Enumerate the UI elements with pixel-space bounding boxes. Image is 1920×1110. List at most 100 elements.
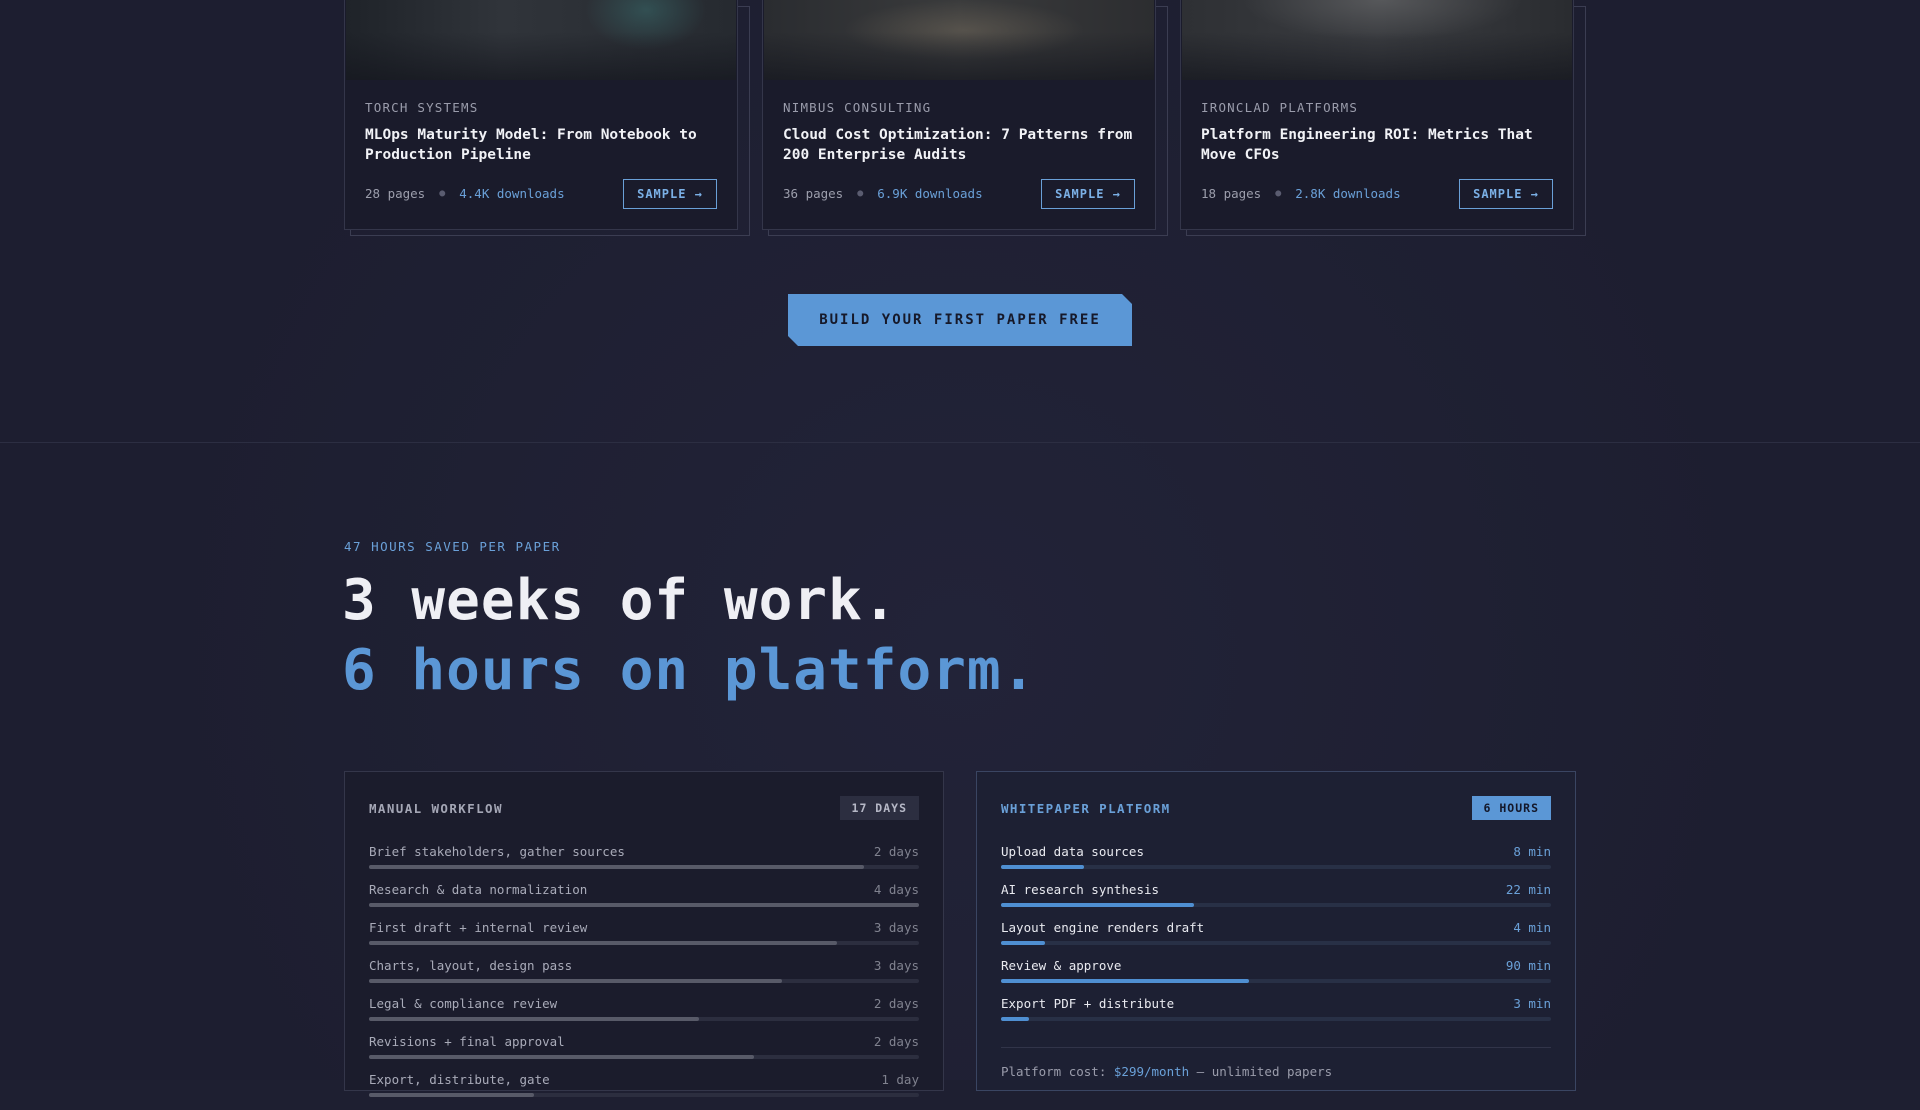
- sample-button[interactable]: SAMPLE →: [1459, 179, 1553, 209]
- workflow-step: Legal & compliance review 2 days: [369, 996, 919, 1034]
- workflow-step: Export, distribute, gate 1 day: [369, 1072, 919, 1110]
- step-label: Upload data sources: [1001, 844, 1144, 859]
- step-progress-fill: [369, 1055, 754, 1059]
- cost-suffix: — unlimited papers: [1189, 1064, 1333, 1079]
- step-progress-track: [369, 865, 919, 869]
- step-progress-fill: [1001, 903, 1194, 907]
- step-duration: 2 days: [873, 844, 919, 859]
- card-meta: 18 pages ● 2.8K downloads: [1201, 186, 1401, 201]
- step-duration: 8 min: [1513, 844, 1551, 859]
- step-progress-fill: [369, 979, 782, 983]
- workflow-step: Layout engine renders draft 4 min: [1001, 920, 1551, 958]
- workflow-step: First draft + internal review 3 days: [369, 920, 919, 958]
- step-label: First draft + internal review: [369, 920, 588, 935]
- card-pages: 18 pages: [1201, 186, 1262, 201]
- step-label: Brief stakeholders, gather sources: [369, 844, 625, 859]
- step-progress-fill: [369, 865, 864, 869]
- step-progress-fill: [1001, 1017, 1029, 1021]
- card-company: NIMBUS CONSULTING: [783, 100, 932, 115]
- section-divider: [0, 442, 1920, 443]
- step-label: AI research synthesis: [1001, 882, 1160, 897]
- step-label: Layout engine renders draft: [1001, 920, 1205, 935]
- step-duration: 3 days: [873, 958, 919, 973]
- card-pages: 36 pages: [783, 186, 844, 201]
- headline-line-2: 6 hours on platform.: [342, 638, 1037, 703]
- step-duration: 3 min: [1513, 996, 1551, 1011]
- step-progress-fill: [369, 1017, 699, 1021]
- step-duration: 4 days: [873, 882, 919, 897]
- duration-badge: 6 HOURS: [1471, 796, 1551, 820]
- step-progress-track: [1001, 941, 1551, 945]
- step-progress-track: [369, 1017, 919, 1021]
- card-meta: 36 pages ● 6.9K downloads: [783, 186, 983, 201]
- step-duration: 22 min: [1505, 882, 1551, 897]
- step-progress-fill: [369, 903, 919, 907]
- platform-cost: Platform cost: $299/month — unlimited pa…: [1001, 1064, 1332, 1079]
- card-cover-image: [346, 0, 736, 80]
- workflow-step: Revisions + final approval 2 days: [369, 1034, 919, 1072]
- step-progress-track: [1001, 865, 1551, 869]
- cost-divider: [1001, 1047, 1551, 1048]
- cost-price[interactable]: $299/month: [1114, 1064, 1189, 1079]
- step-duration: 2 days: [873, 1034, 919, 1049]
- workflow-step: AI research synthesis 22 min: [1001, 882, 1551, 920]
- card-company: TORCH SYSTEMS: [365, 100, 479, 115]
- workflow-step: Charts, layout, design pass 3 days: [369, 958, 919, 996]
- card-title[interactable]: MLOps Maturity Model: From Notebook to P…: [365, 125, 717, 167]
- step-progress-fill: [1001, 979, 1249, 983]
- step-progress-track: [369, 979, 919, 983]
- card-body: NIMBUS CONSULTING Cloud Cost Optimizatio…: [762, 0, 1156, 230]
- panel-title: WHITEPAPER PLATFORM: [1001, 800, 1171, 816]
- panel-title: MANUAL WORKFLOW: [369, 800, 503, 816]
- whitepaper-card[interactable]: NIMBUS CONSULTING Cloud Cost Optimizatio…: [762, 0, 1168, 236]
- sample-button[interactable]: SAMPLE →: [623, 179, 717, 209]
- step-progress-track: [369, 903, 919, 907]
- step-progress-track: [1001, 1017, 1551, 1021]
- manual-workflow-panel: MANUAL WORKFLOW 17 DAYS Brief stakeholde…: [344, 771, 944, 1097]
- workflow-step: Review & approve 90 min: [1001, 958, 1551, 996]
- platform-rows: Upload data sources 8 min AI research synt…: [1001, 844, 1551, 1034]
- card-cover-image: [1182, 0, 1572, 80]
- headline-line-1: 3 weeks of work.: [342, 568, 898, 633]
- workflow-step: Brief stakeholders, gather sources 2 days: [369, 844, 919, 882]
- workflow-step: Upload data sources 8 min: [1001, 844, 1551, 882]
- separator-dot-icon: ●: [1275, 188, 1282, 199]
- duration-badge: 17 DAYS: [839, 796, 919, 820]
- build-first-paper-button[interactable]: BUILD YOUR FIRST PAPER FREE: [788, 294, 1132, 346]
- step-duration: 2 days: [873, 996, 919, 1011]
- step-progress-fill: [369, 941, 837, 945]
- step-label: Charts, layout, design pass: [369, 958, 573, 973]
- separator-dot-icon: ●: [857, 188, 864, 199]
- step-duration: 3 days: [873, 920, 919, 935]
- whitepaper-card[interactable]: TORCH SYSTEMS MLOps Maturity Model: From…: [344, 0, 750, 236]
- card-body: TORCH SYSTEMS MLOps Maturity Model: From…: [344, 0, 738, 230]
- step-progress-track: [1001, 979, 1551, 983]
- step-progress-fill: [1001, 941, 1045, 945]
- card-title[interactable]: Cloud Cost Optimization: 7 Patterns from…: [783, 125, 1135, 167]
- manual-rows: Brief stakeholders, gather sources 2 days…: [369, 844, 919, 1110]
- card-downloads: 4.4K downloads: [459, 186, 565, 201]
- card-meta: 28 pages ● 4.4K downloads: [365, 186, 565, 201]
- step-progress-track: [369, 1055, 919, 1059]
- card-downloads: 6.9K downloads: [877, 186, 983, 201]
- step-label: Export PDF + distribute: [1001, 996, 1175, 1011]
- platform-workflow-panel: WHITEPAPER PLATFORM 6 HOURS Upload data …: [976, 771, 1576, 1091]
- separator-dot-icon: ●: [439, 188, 446, 199]
- card-title[interactable]: Platform Engineering ROI: Metrics That M…: [1201, 125, 1553, 167]
- step-label: Revisions + final approval: [369, 1034, 565, 1049]
- step-progress-fill: [369, 1093, 534, 1097]
- step-label: Research & data normalization: [369, 882, 588, 897]
- sample-button[interactable]: SAMPLE →: [1041, 179, 1135, 209]
- step-progress-fill: [1001, 865, 1084, 869]
- step-progress-track: [369, 941, 919, 945]
- whitepaper-card[interactable]: IRONCLAD PLATFORMS Platform Engineering …: [1180, 0, 1586, 236]
- step-progress-track: [369, 1093, 919, 1097]
- workflow-step: Export PDF + distribute 3 min: [1001, 996, 1551, 1034]
- workflow-step: Research & data normalization 4 days: [369, 882, 919, 920]
- card-body: IRONCLAD PLATFORMS Platform Engineering …: [1180, 0, 1574, 230]
- step-label: Legal & compliance review: [369, 996, 558, 1011]
- step-progress-track: [1001, 903, 1551, 907]
- step-duration: 90 min: [1505, 958, 1551, 973]
- card-cover-image: [764, 0, 1154, 80]
- section-eyebrow: 47 HOURS SAVED PER PAPER: [344, 539, 561, 554]
